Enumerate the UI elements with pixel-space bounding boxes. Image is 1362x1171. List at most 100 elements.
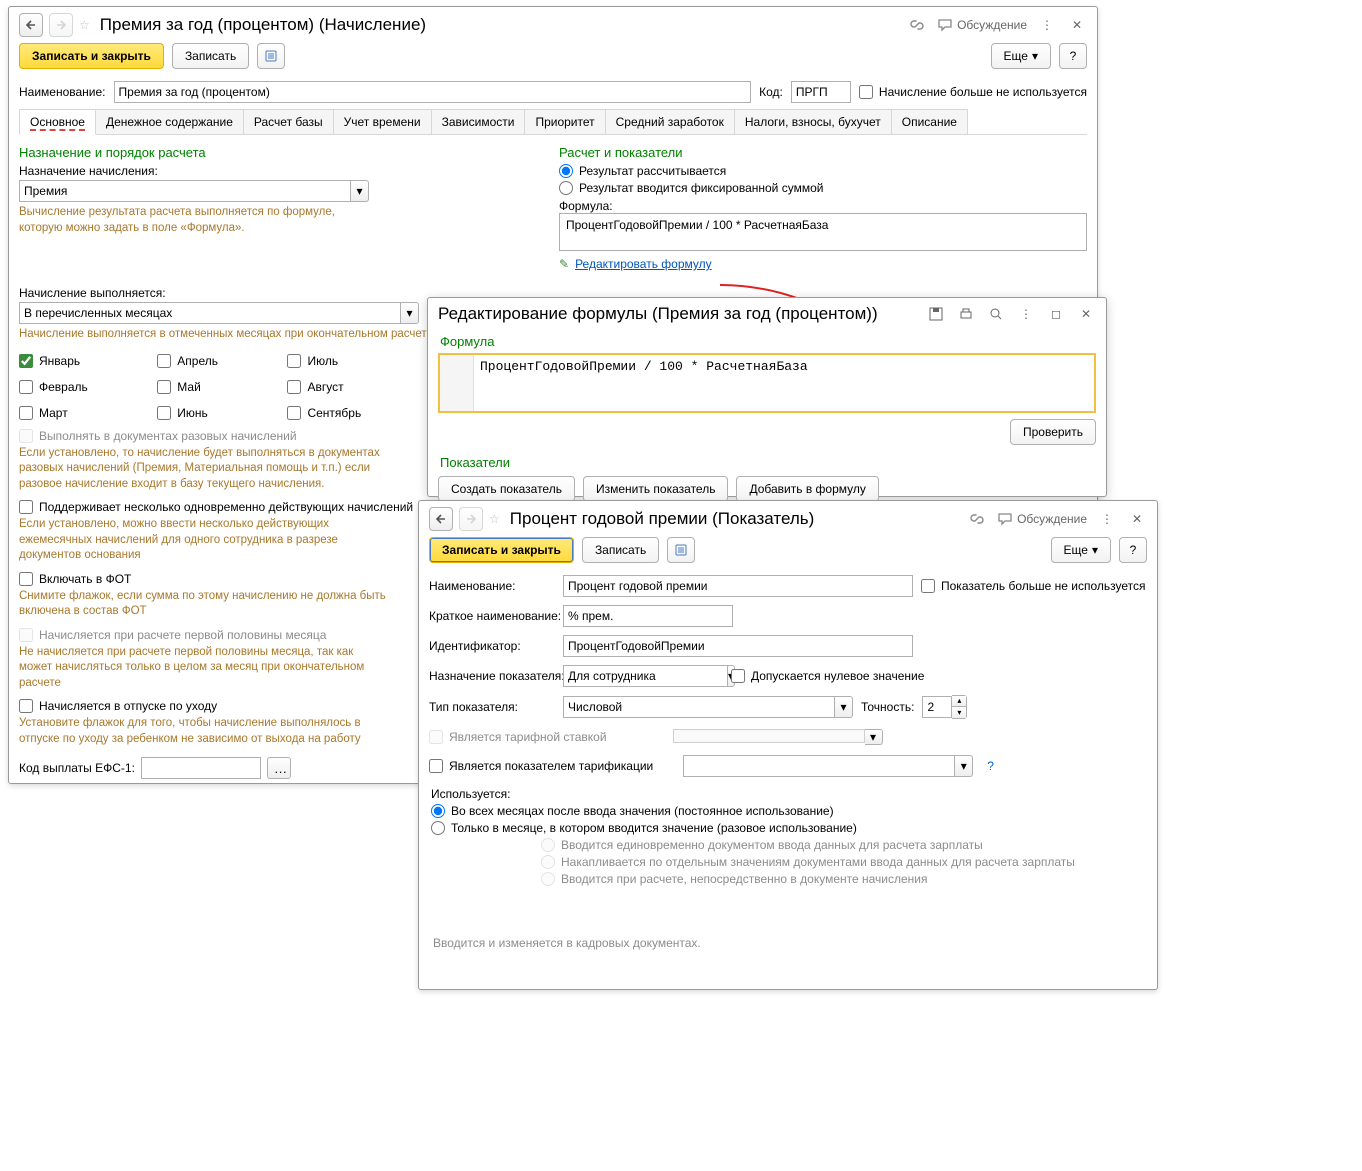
check-button[interactable]: Проверить — [1010, 419, 1096, 445]
name-row: Наименование: Код: Начисление больше не … — [9, 79, 1097, 105]
w3-allow-zero-checkbox[interactable]: Допускается нулевое значение — [731, 669, 924, 683]
header: ☆ Премия за год (процентом) (Начисление)… — [9, 7, 1097, 41]
w3-star-icon[interactable]: ☆ — [489, 512, 500, 526]
w3-close-icon[interactable]: ✕ — [1127, 509, 1147, 529]
help-button[interactable]: ? — [1059, 43, 1087, 69]
month-jul[interactable]: Июль — [287, 354, 410, 368]
w3-link-icon[interactable] — [967, 509, 987, 529]
discuss-label: Обсуждение — [957, 18, 1027, 32]
w2-indicators-label: Показатели — [440, 455, 1106, 470]
efs-input[interactable] — [141, 757, 261, 779]
add-to-formula-button[interactable]: Добавить в формулу — [736, 476, 878, 502]
w3-discuss-button[interactable]: Обсуждение — [997, 509, 1087, 529]
w2-formula-label: Формула — [440, 334, 1106, 349]
stepper-down[interactable]: ▾ — [952, 707, 966, 718]
w3-type-label: Тип показателя: — [429, 700, 555, 714]
w3-list-button[interactable] — [667, 537, 695, 563]
month-mar[interactable]: Март — [19, 406, 137, 420]
w3-tariff-rate-dropdown: ▾ — [865, 729, 883, 745]
when-select[interactable] — [19, 302, 401, 324]
unused-checkbox[interactable]: Начисление больше не используется — [859, 85, 1087, 99]
tab-deps[interactable]: Зависимости — [431, 109, 526, 134]
w3-name-label: Наименование: — [429, 579, 555, 593]
w3-save-button[interactable]: Записать — [582, 537, 659, 563]
tab-avg[interactable]: Средний заработок — [605, 109, 735, 134]
radio-permanent[interactable]: Во всех месяцах после ввода значения (по… — [431, 804, 1145, 818]
more-button[interactable]: Еще▾ — [991, 43, 1051, 69]
w2-close-icon[interactable]: ✕ — [1076, 304, 1096, 324]
formula-textarea[interactable] — [474, 355, 1094, 411]
create-indicator-button[interactable]: Создать показатель — [438, 476, 575, 502]
nav-fwd-button[interactable] — [49, 13, 73, 37]
w3-tariff-rate-checkbox[interactable]: Является тарифной ставкой — [429, 730, 607, 744]
w3-more-button[interactable]: Еще▾ — [1051, 537, 1111, 563]
w3-dest-select[interactable] — [563, 665, 728, 687]
toolbar: Записать и закрыть Записать Еще▾ ? — [9, 41, 1097, 75]
save-button[interactable]: Записать — [172, 43, 249, 69]
w3-nav-back-button[interactable] — [429, 507, 453, 531]
tab-priority[interactable]: Приоритет — [524, 109, 605, 134]
formula-editor-window: Редактирование формулы (Премия за год (п… — [427, 297, 1107, 497]
tab-desc[interactable]: Описание — [891, 109, 968, 134]
code-input[interactable] — [791, 81, 851, 103]
w3-type-dropdown-button[interactable]: ▾ — [835, 696, 853, 718]
save-close-button[interactable]: Записать и закрыть — [19, 43, 164, 69]
save-icon[interactable] — [926, 304, 946, 324]
month-feb[interactable]: Февраль — [19, 380, 137, 394]
w3-kebab-icon[interactable]: ⋮ — [1097, 509, 1117, 529]
tab-money[interactable]: Денежное содержание — [95, 109, 244, 134]
w3-tariff-ind-checkbox[interactable]: Является показателем тарификации — [429, 759, 653, 773]
purpose-dropdown-button[interactable]: ▾ — [351, 180, 369, 202]
edit-indicator-button[interactable]: Изменить показатель — [583, 476, 729, 502]
sec-calc-title: Расчет и показатели — [559, 145, 1087, 160]
edit-formula-link[interactable]: Редактировать формулу — [575, 257, 712, 271]
precision-input[interactable] — [922, 696, 952, 718]
tab-main[interactable]: Основное — [19, 109, 96, 135]
tab-base[interactable]: Расчет базы — [243, 109, 334, 134]
favorite-star-icon[interactable]: ☆ — [79, 18, 90, 32]
close-icon[interactable]: ✕ — [1067, 15, 1087, 35]
precision-stepper[interactable]: ▴▾ — [922, 695, 967, 719]
w3-save-close-button[interactable]: Записать и закрыть — [429, 537, 574, 563]
chk-multi-hint: Если установлено, можно ввести несколько… — [19, 517, 389, 564]
w3-help-button[interactable]: ? — [1119, 537, 1147, 563]
print-icon[interactable] — [956, 304, 976, 324]
radio-fixed[interactable]: Результат вводится фиксированной суммой — [559, 181, 1087, 195]
tab-time[interactable]: Учет времени — [333, 109, 432, 134]
month-jan[interactable]: Январь — [19, 354, 137, 368]
month-sep[interactable]: Сентябрь — [287, 406, 410, 420]
efs-picker-button[interactable]: … — [267, 757, 291, 779]
maximize-icon[interactable]: ◻ — [1046, 304, 1066, 324]
sub-radio-3: Вводится при расчете, непосредственно в … — [541, 872, 1145, 886]
discuss-button[interactable]: Обсуждение — [937, 15, 1027, 35]
w3-type-select[interactable] — [563, 696, 835, 718]
w3-nav-fwd-button[interactable] — [459, 507, 483, 531]
w3-tariff-ind-select[interactable] — [683, 755, 955, 777]
w2-kebab-icon[interactable]: ⋮ — [1016, 304, 1036, 324]
w3-tariff-ind-dropdown[interactable]: ▾ — [955, 755, 973, 777]
link-icon[interactable] — [907, 15, 927, 35]
stepper-up[interactable]: ▴ — [952, 696, 966, 707]
w3-unused-checkbox[interactable]: Показатель больше не используется — [921, 579, 1146, 593]
w3-id-input[interactable] — [563, 635, 913, 657]
month-jun[interactable]: Июнь — [157, 406, 267, 420]
search-icon[interactable] — [986, 304, 1006, 324]
when-dropdown-button[interactable]: ▾ — [401, 302, 419, 324]
month-aug[interactable]: Август — [287, 380, 410, 394]
purpose-select[interactable] — [19, 180, 351, 202]
pencil-icon: ✎ — [559, 257, 569, 271]
w3-short-input[interactable] — [563, 605, 733, 627]
list-button[interactable] — [257, 43, 285, 69]
radio-once-use[interactable]: Только в месяце, в котором вводится знач… — [431, 821, 1145, 835]
month-may[interactable]: Май — [157, 380, 267, 394]
window-title: Премия за год (процентом) (Начисление) — [100, 15, 426, 35]
chk-leave-hint: Установите флажок для того, чтобы начисл… — [19, 716, 389, 747]
month-apr[interactable]: Апрель — [157, 354, 267, 368]
kebab-icon[interactable]: ⋮ — [1037, 15, 1057, 35]
w3-name-input[interactable] — [563, 575, 913, 597]
nav-back-button[interactable] — [19, 13, 43, 37]
radio-calc[interactable]: Результат рассчитывается — [559, 164, 1087, 178]
help-icon[interactable]: ? — [987, 759, 994, 773]
name-input[interactable] — [114, 81, 752, 103]
tab-tax[interactable]: Налоги, взносы, бухучет — [734, 109, 892, 134]
